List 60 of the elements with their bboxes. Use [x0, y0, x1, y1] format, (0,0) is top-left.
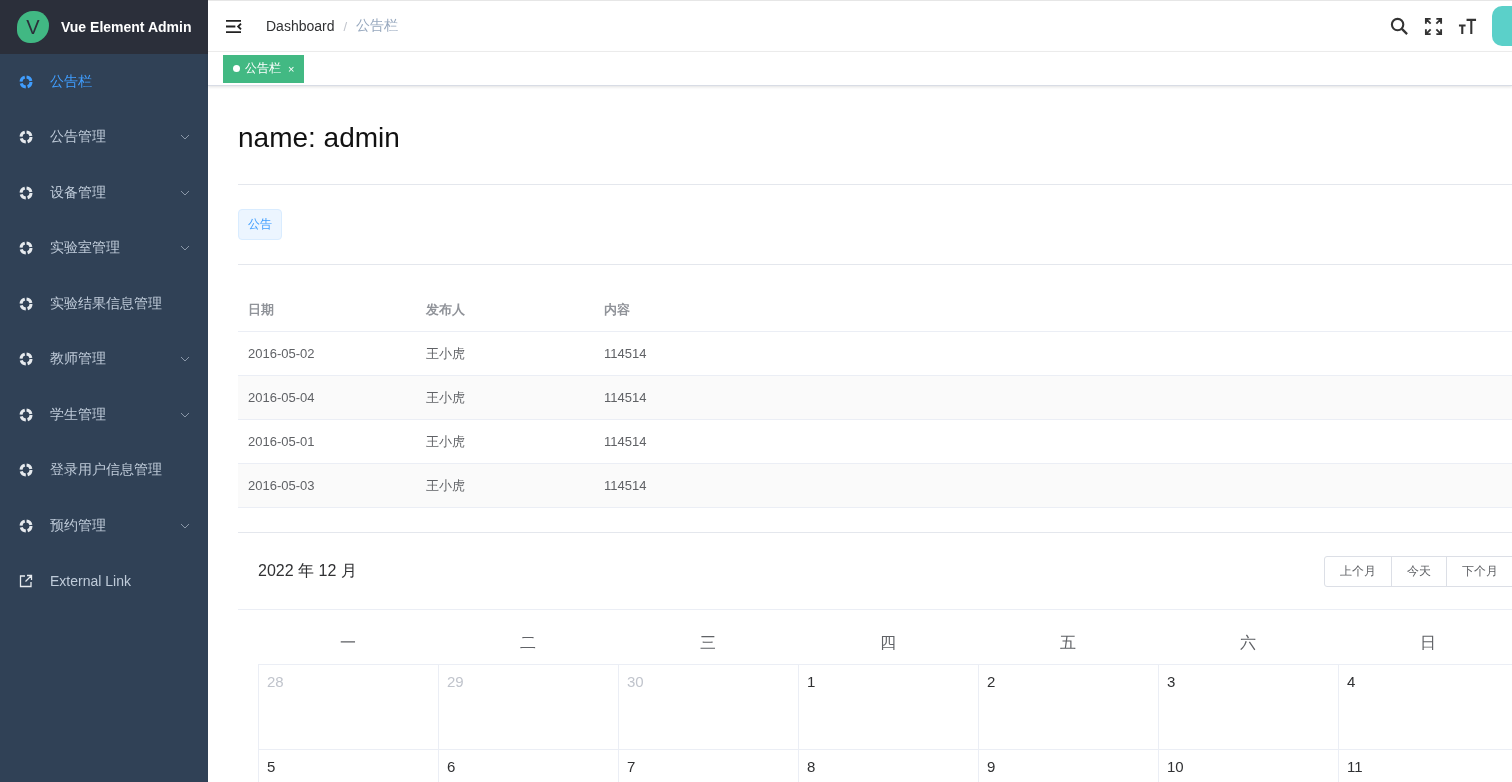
sidebar-item[interactable]: External Link: [0, 553, 208, 609]
calendar-day[interactable]: 5: [258, 749, 438, 782]
sidebar-item[interactable]: 实验结果信息管理: [0, 276, 208, 332]
font-size-icon[interactable]: [1458, 16, 1477, 36]
breadcrumb-separator: /: [343, 18, 348, 34]
sidebar-item[interactable]: 公告栏: [0, 54, 208, 110]
ring-icon: [19, 463, 33, 478]
calendar-day[interactable]: 8: [798, 749, 978, 782]
calendar-nav-button[interactable]: 上个月: [1324, 555, 1392, 587]
external-link-icon: [19, 574, 33, 589]
calendar-day[interactable]: 10: [1158, 749, 1338, 782]
weekday-label: 二: [520, 632, 536, 653]
sidebar-item[interactable]: 预约管理: [0, 498, 208, 554]
ring-icon: [19, 518, 33, 533]
breadcrumb-item[interactable]: Dashboard: [266, 18, 335, 34]
calendar-day[interactable]: 2: [978, 664, 1158, 749]
calendar-title: 2022 年 12 月: [258, 560, 357, 581]
sidebar-item[interactable]: 教师管理: [0, 331, 208, 387]
column-header: 发布人: [416, 288, 594, 332]
calendar-day[interactable]: 7: [618, 749, 798, 782]
calendar-nav-button[interactable]: 下个月: [1446, 555, 1512, 587]
weekday-label: 四: [880, 632, 896, 653]
calendar-day[interactable]: 4: [1338, 664, 1512, 749]
page-heading: name: admin: [238, 122, 401, 154]
calendar-day[interactable]: 1: [798, 664, 978, 749]
table-row[interactable]: 2016-05-02 王小虎 114514: [238, 331, 1512, 376]
calendar-day[interactable]: 11: [1338, 749, 1512, 782]
ring-icon: [19, 352, 33, 367]
weekday-label: 日: [1420, 632, 1436, 653]
weekday-label: 一: [340, 632, 356, 653]
fullscreen-icon[interactable]: [1424, 16, 1443, 36]
ring-icon: [19, 407, 33, 422]
ring-icon: [19, 74, 33, 89]
calendar-nav-button[interactable]: 今天: [1391, 555, 1447, 587]
calendar-day[interactable]: 3: [1158, 664, 1338, 749]
sidebar-item[interactable]: 公告管理: [0, 109, 208, 165]
ring-icon: [19, 130, 33, 145]
sidebar-item[interactable]: 学生管理: [0, 387, 208, 443]
sidebar-item[interactable]: 设备管理: [0, 165, 208, 221]
calendar-day[interactable]: 9: [978, 749, 1158, 782]
table-row[interactable]: 2016-05-04 王小虎 114514: [238, 375, 1512, 420]
column-header: 日期: [238, 288, 416, 332]
sidebar-item[interactable]: 实验室管理: [0, 220, 208, 276]
menu-icon[interactable]: [225, 18, 242, 34]
app-title: Vue Element Admin: [61, 19, 192, 35]
ring-icon: [19, 241, 33, 256]
logo-icon: V: [17, 11, 49, 43]
search-icon[interactable]: [1390, 16, 1409, 36]
ring-icon: [19, 296, 33, 311]
table-row[interactable]: 2016-05-01 王小虎 114514: [238, 419, 1512, 464]
breadcrumb-item: 公告栏: [356, 17, 399, 35]
table-row[interactable]: 2016-05-03 王小虎 114514: [238, 463, 1512, 508]
weekday-label: 六: [1240, 632, 1256, 653]
column-header: 内容: [594, 288, 734, 332]
weekday-label: 三: [700, 632, 716, 653]
weekday-label: 五: [1060, 632, 1076, 653]
calendar-day[interactable]: 6: [438, 749, 618, 782]
sidebar-item[interactable]: 登录用户信息管理: [0, 442, 208, 498]
notice-tag: 公告: [238, 209, 282, 240]
ring-icon: [19, 185, 33, 200]
